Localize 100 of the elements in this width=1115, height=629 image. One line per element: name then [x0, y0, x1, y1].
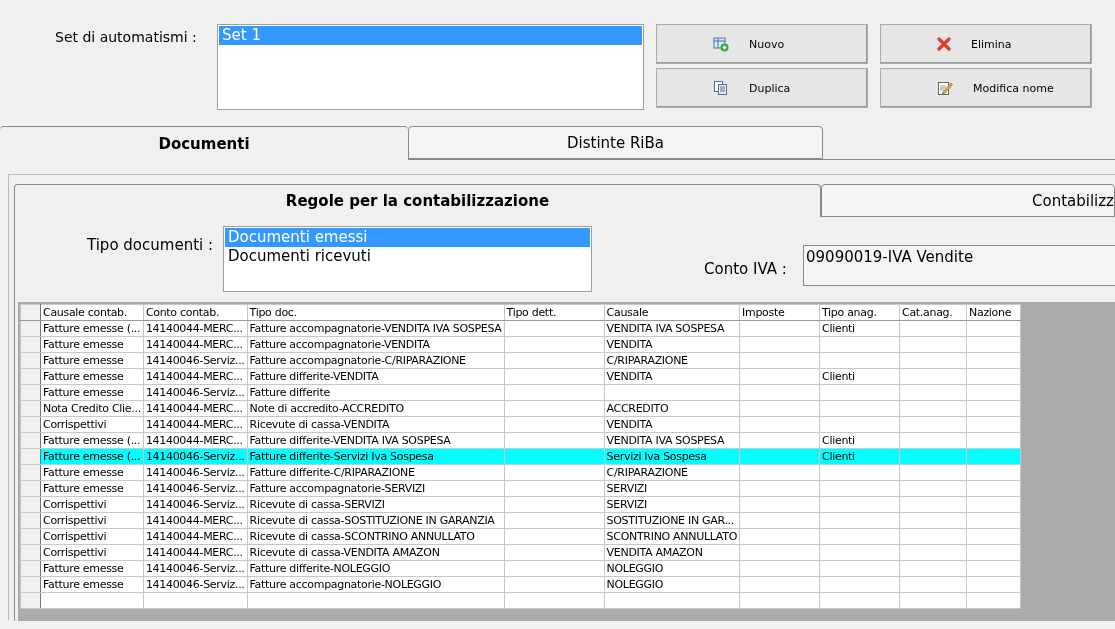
table-cell: Fatture emesse — [40, 576, 144, 593]
column-header[interactable]: Causale — [604, 304, 740, 321]
table-cell: 14140044-MERC... — [143, 528, 248, 545]
table-cell: VENDITA AMAZON — [604, 544, 740, 561]
table-row[interactable]: Fatture emesse 14140044-MERC... Fatture differite-VENDITA VENDITA Clienti — [20, 368, 1021, 385]
table-cell: Ricevute di cassa-VENDITA AMAZON — [247, 544, 505, 561]
table-row[interactable]: Corrispettivi 14140044-MERC... Ricevute di cassa-SOSTITUZIONE IN GARANZIA SOSTITUZIONE IN GAR... — [20, 512, 1021, 529]
toolbar-button[interactable]: Elimina — [880, 24, 1092, 64]
table-cell: SCONTRINO ANNULLATO — [604, 528, 740, 545]
field-label: Set di automatismi : — [55, 29, 198, 47]
table-row[interactable]: Nota Credito Clie... 14140044-MERC... Note di accredito-ACCREDITO ACCREDITO — [20, 400, 1021, 417]
table-cell: 14140044-MERC... — [143, 544, 248, 561]
table-cell: Fatture accompagnatorie-NOLEGGIO — [247, 576, 505, 593]
table-row[interactable]: Fatture emesse 14140044-MERC... Fatture accompagnatorie-VENDITA VENDITA — [20, 336, 1021, 353]
table-cell: Clienti — [819, 368, 900, 385]
table-cell: Fatture accompagnatorie-VENDITA IVA SOSPESA — [247, 320, 505, 337]
table-row[interactable]: Fatture emesse (... 14140044-MERC... Fatture differite-VENDITA IVA SOSPESA VENDITA IVA SOSPESA Clienti — [20, 432, 1021, 449]
table-cell: SERVIZI — [604, 480, 740, 497]
table-row[interactable]: Fatture emesse 14140046-Serviz... Fatture accompagnatorie-SERVIZI SERVIZI — [20, 480, 1021, 497]
table-cell: Fatture emesse — [40, 480, 144, 497]
copy-icon — [713, 80, 729, 96]
table-cell: 14140044-MERC... — [143, 368, 248, 385]
table-row[interactable]: Fatture emesse 14140046-Serviz... Fatture differite — [20, 384, 1021, 401]
table-cell: 14140044-MERC... — [143, 416, 248, 433]
column-header[interactable]: Tipo doc. — [247, 304, 505, 321]
table-cell: Fatture emesse — [40, 560, 144, 577]
table-cell: Nota Credito Clie... — [40, 400, 144, 417]
table-row[interactable]: Corrispettivi 14140046-Serviz... Ricevute di cassa-SERVIZI SERVIZI — [20, 496, 1021, 513]
toolbar-button[interactable]: Duplica — [656, 68, 868, 108]
table-row[interactable]: Fatture emesse 14140046-Serviz... Fatture differite-NOLEGGIO NOLEGGIO — [20, 560, 1021, 577]
table-cell: 14140044-MERC... — [143, 320, 248, 337]
table-cell: Ricevute di cassa-SOSTITUZIONE IN GARANZIA — [247, 512, 505, 529]
table-cell: 14140046-Serviz... — [143, 496, 248, 513]
table-row[interactable]: Fatture emesse (... 14140046-Serviz... Fatture differite-Servizi Iva Sospesa Servizi Iva Sospesa Clienti — [20, 448, 1021, 465]
table-cell: C/RIPARAZIONE — [604, 464, 740, 481]
vat-account-field[interactable]: 09090019-IVA Vendite — [803, 245, 1115, 286]
table-cell: C/RIPARAZIONE — [604, 352, 740, 369]
table-cell: 14140044-MERC... — [143, 336, 248, 353]
table-cell: VENDITA — [604, 336, 740, 353]
column-header[interactable]: Cat.anag. — [899, 304, 967, 321]
table-cell: Fatture emesse (... — [40, 432, 144, 449]
table-cell: Corrispettivi — [40, 416, 144, 433]
table-cell: Ricevute di cassa-SCONTRINO ANNULLATO — [247, 528, 505, 545]
column-header[interactable]: Nazione — [966, 304, 1021, 321]
column-header[interactable]: Tipo dett. — [504, 304, 605, 321]
table-cell: 14140046-Serviz... — [143, 464, 248, 481]
field-label: Tipo documenti : — [87, 236, 214, 256]
table-cell: Fatture emesse — [40, 384, 144, 401]
table-cell: Fatture differite-C/RIPARAZIONE — [247, 464, 505, 481]
column-header[interactable]: Imposte — [739, 304, 820, 321]
table-cell: Note di accredito-ACCREDITO — [247, 400, 505, 417]
table-cell: 14140044-MERC... — [143, 432, 248, 449]
table-cell: VENDITA — [604, 368, 740, 385]
table-cell: NOLEGGIO — [604, 560, 740, 577]
table-cell: Fatture differite-NOLEGGIO — [247, 560, 505, 577]
table-cell: VENDITA — [604, 416, 740, 433]
tab[interactable]: Distinte RiBa — [408, 126, 823, 159]
toolbar-button[interactable]: Nuovo — [656, 24, 868, 64]
column-header[interactable]: Tipo anag. — [819, 304, 900, 321]
table-cell: Fatture emesse — [40, 368, 144, 385]
table-cell: Fatture emesse (... — [40, 320, 144, 337]
table-cell: 14140046-Serviz... — [143, 480, 248, 497]
table-cell: ACCREDITO — [604, 400, 740, 417]
table-cell: 14140044-MERC... — [143, 512, 248, 529]
tab[interactable]: Documenti — [0, 126, 408, 160]
table-cell: Fatture accompagnatorie-VENDITA — [247, 336, 505, 353]
table-cell: Corrispettivi — [40, 528, 144, 545]
table-cell: VENDITA IVA SOSPESA — [604, 432, 740, 449]
table-cell: Clienti — [819, 432, 900, 449]
table-row[interactable]: Fatture emesse 14140046-Serviz... Fatture accompagnatorie-C/RIPARAZIONE C/RIPARAZIONE — [20, 352, 1021, 369]
table-cell: Ricevute di cassa-SERVIZI — [247, 496, 505, 513]
tab[interactable]: Regole per la contabilizzazione — [14, 184, 821, 217]
table-row[interactable]: Corrispettivi 14140044-MERC... Ricevute di cassa-VENDITA VENDITA — [20, 416, 1021, 433]
column-header[interactable]: Causale contab. — [40, 304, 144, 321]
table-row[interactable]: Corrispettivi 14140044-MERC... Ricevute di cassa-VENDITA AMAZON VENDITA AMAZON — [20, 544, 1021, 561]
toolbar-button[interactable]: Modifica nome — [880, 68, 1092, 108]
table-cell: 14140046-Serviz... — [143, 384, 248, 401]
table-row[interactable]: Fatture emesse 14140046-Serviz... Fatture differite-C/RIPARAZIONE C/RIPARAZIONE — [20, 464, 1021, 481]
table-cell: Corrispettivi — [40, 512, 144, 529]
document-type-listbox[interactable]: Documenti emessi Documenti ricevuti — [223, 226, 592, 292]
table-cell: NOLEGGIO — [604, 576, 740, 593]
table-cell: 14140046-Serviz... — [143, 576, 248, 593]
column-header[interactable]: Conto contab. — [143, 304, 248, 321]
table-cell: Fatture differite — [247, 384, 505, 401]
table-cell: Fatture differite-VENDITA — [247, 368, 505, 385]
list-item[interactable]: Documenti ricevuti — [225, 247, 590, 266]
table-cell: 14140046-Serviz... — [143, 560, 248, 577]
tab[interactable]: Contabilizz — [821, 184, 1115, 217]
delete-icon — [937, 37, 951, 51]
table-cell: Fatture accompagnatorie-C/RIPARAZIONE — [247, 352, 505, 369]
table-cell: Fatture emesse — [40, 464, 144, 481]
table-cell: 14140046-Serviz... — [143, 352, 248, 369]
table-row[interactable]: Corrispettivi 14140044-MERC... Ricevute di cassa-SCONTRINO ANNULLATO SCONTRINO ANNULLATO — [20, 528, 1021, 545]
table-cell: Fatture emesse — [40, 352, 144, 369]
table-cell: Fatture emesse — [40, 336, 144, 353]
table-row[interactable]: Fatture emesse 14140046-Serviz... Fatture accompagnatorie-NOLEGGIO NOLEGGIO — [20, 576, 1021, 593]
table-cell: Fatture accompagnatorie-SERVIZI — [247, 480, 505, 497]
table-cell: 14140044-MERC... — [143, 400, 248, 417]
table-cell: Corrispettivi — [40, 544, 144, 561]
table-row[interactable]: Fatture emesse (... 14140044-MERC... Fatture accompagnatorie-VENDITA IVA SOSPESA VENDITA IVA SOSPESA Clienti — [20, 320, 1021, 337]
